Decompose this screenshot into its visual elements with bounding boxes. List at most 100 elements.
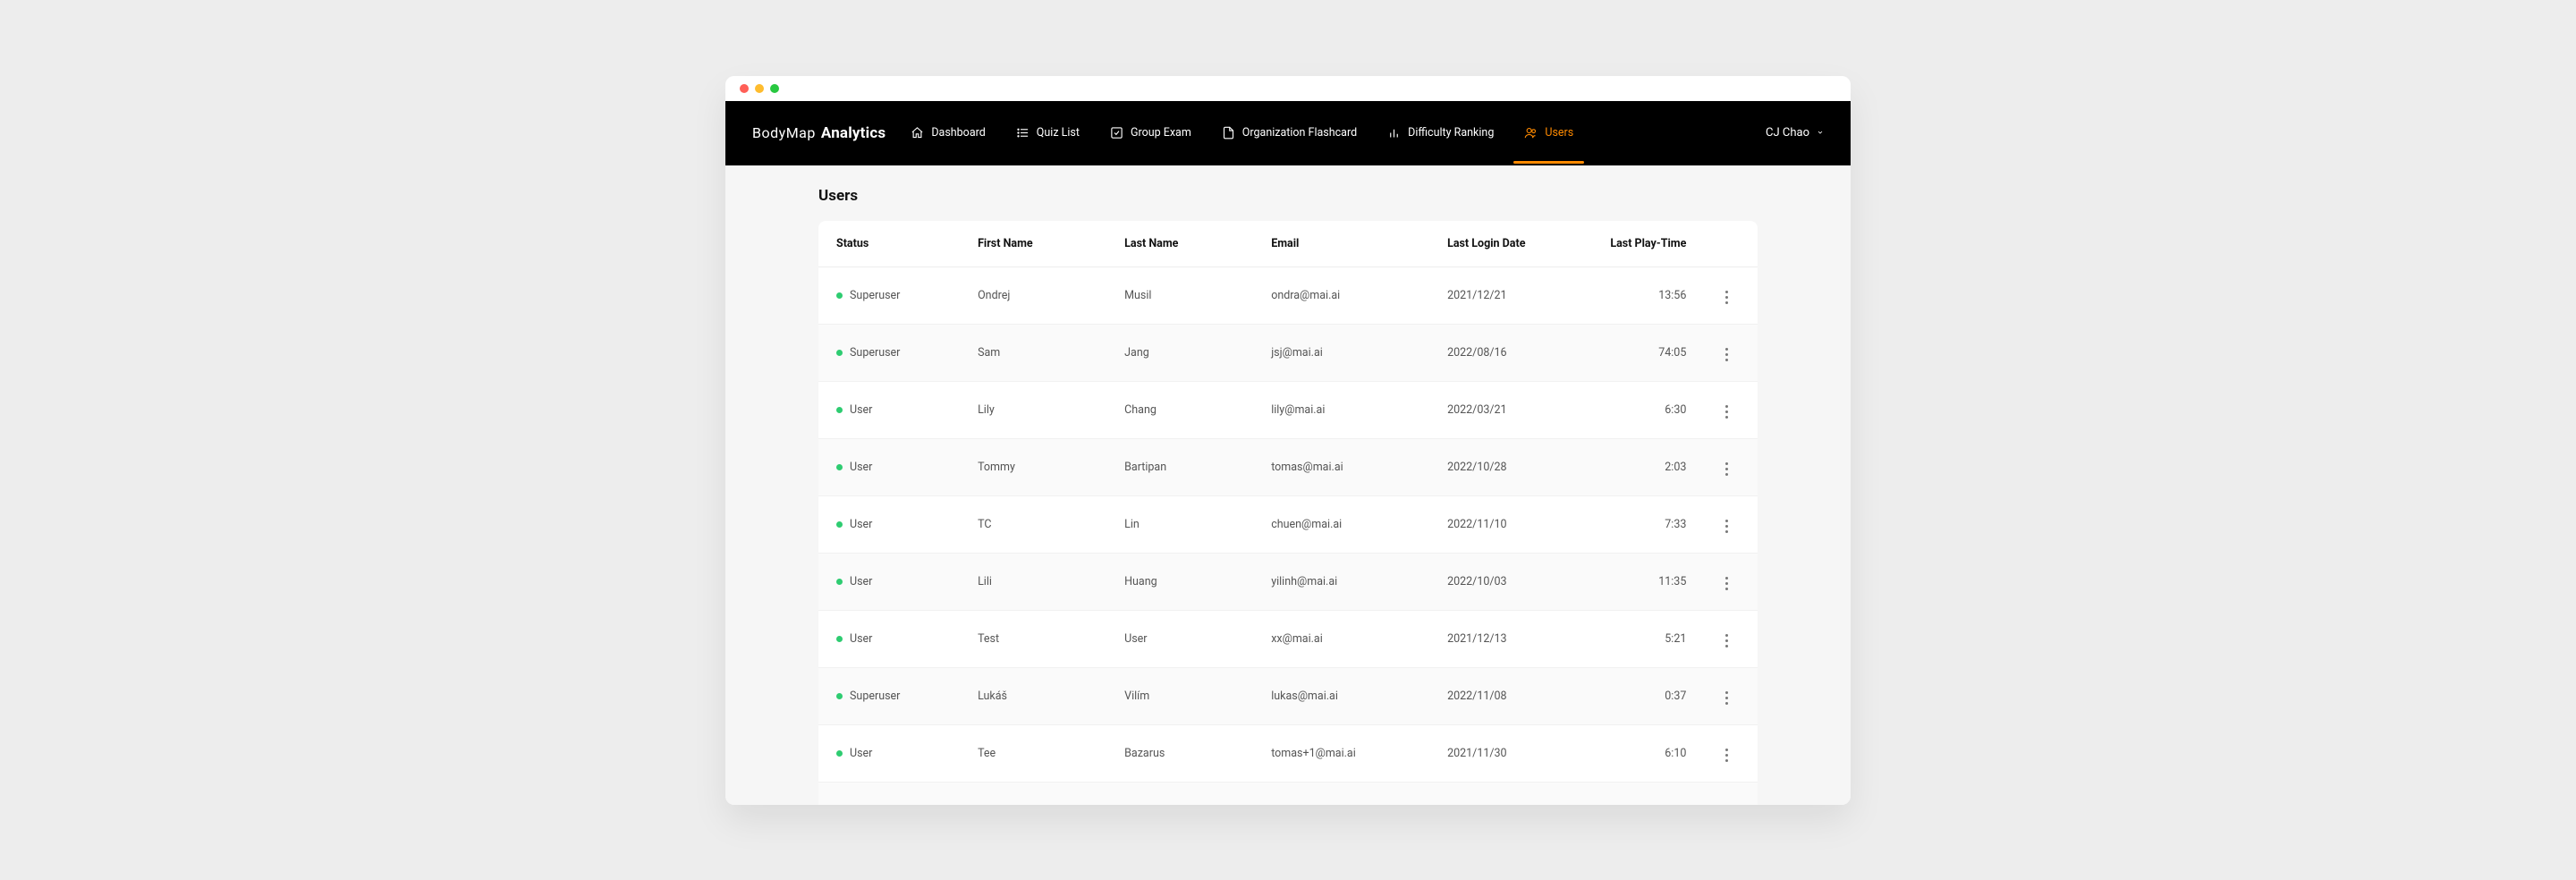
cell-play-time: 11:35 xyxy=(1581,553,1699,610)
cell-status: Superuser xyxy=(818,267,965,324)
cell-actions xyxy=(1699,610,1758,667)
table-row: UserLiliHuangyilinh@mai.ai2022/10/0311:3… xyxy=(818,553,1758,610)
cell-play-time: 0:37 xyxy=(1581,667,1699,724)
nav-label: Organization Flashcard xyxy=(1242,126,1357,140)
content: Users Status First Name Last Name Email … xyxy=(725,165,1851,805)
cell-actions xyxy=(1699,267,1758,324)
cell-status: User xyxy=(818,610,965,667)
status-text: Superuser xyxy=(850,346,900,360)
nav-users[interactable]: Users xyxy=(1510,119,1588,147)
nav-difficulty-ranking[interactable]: Difficulty Ranking xyxy=(1373,119,1508,147)
brand: BodyMap Analytics xyxy=(752,124,886,142)
status-text: Superuser xyxy=(850,804,900,805)
cell-last-name: Jang xyxy=(1112,324,1258,381)
table-row: UserTommyBartipantomas@mai.ai2022/10/282… xyxy=(818,438,1758,495)
col-header-email[interactable]: Email xyxy=(1258,221,1435,267)
cell-play-time: 13:56 xyxy=(1581,267,1699,324)
cell-status: User xyxy=(818,381,965,438)
cell-first-name: Lukáš xyxy=(965,667,1112,724)
users-icon xyxy=(1524,126,1538,140)
nav-label: Users xyxy=(1545,126,1573,140)
cell-actions xyxy=(1699,381,1758,438)
cell-last-login: 2021/11/30 xyxy=(1435,724,1581,782)
status-text: Superuser xyxy=(850,289,900,302)
window-close-icon[interactable] xyxy=(740,84,749,93)
cell-last-name: Bartipan xyxy=(1112,438,1258,495)
row-actions-button[interactable] xyxy=(1722,516,1732,537)
cell-email: xx@mai.ai xyxy=(1258,610,1435,667)
cell-play-time: 6:30 xyxy=(1581,381,1699,438)
status-dot-icon xyxy=(836,636,843,642)
brand-name: BodyMap xyxy=(752,124,816,141)
status-text: Superuser xyxy=(850,690,900,703)
nav-organization-flashcard[interactable]: Organization Flashcard xyxy=(1208,119,1371,147)
cell-last-login: 2022/08/16 xyxy=(1435,324,1581,381)
cell-status: User xyxy=(818,438,965,495)
status-text: User xyxy=(850,461,872,474)
status-dot-icon xyxy=(836,693,843,699)
cell-play-time: 5:41 xyxy=(1581,782,1699,805)
cell-first-name: Mariya xyxy=(965,782,1112,805)
row-actions-button[interactable] xyxy=(1722,745,1732,766)
cell-play-time: 7:33 xyxy=(1581,495,1699,553)
cell-first-name: Tee xyxy=(965,724,1112,782)
nav-label: Quiz List xyxy=(1037,126,1080,140)
cell-last-name: Chang xyxy=(1112,381,1258,438)
page-title: Users xyxy=(818,187,1758,205)
cell-actions xyxy=(1699,724,1758,782)
file-icon xyxy=(1222,126,1235,140)
col-header-actions xyxy=(1699,221,1758,267)
cell-first-name: Sam xyxy=(965,324,1112,381)
cell-email: yilinh@mai.ai xyxy=(1258,553,1435,610)
window-zoom-icon[interactable] xyxy=(770,84,779,93)
row-actions-button[interactable] xyxy=(1722,802,1732,805)
col-header-first-name[interactable]: First Name xyxy=(965,221,1112,267)
table-row: UserTestUserxx@mai.ai2021/12/135:21 xyxy=(818,610,1758,667)
col-header-status[interactable]: Status xyxy=(818,221,965,267)
window-titlebar xyxy=(725,76,1851,101)
cell-last-name: Bazarus xyxy=(1112,724,1258,782)
row-actions-button[interactable] xyxy=(1722,402,1732,422)
cell-email: tomas+1@mai.ai xyxy=(1258,724,1435,782)
cell-actions xyxy=(1699,495,1758,553)
row-actions-button[interactable] xyxy=(1722,459,1732,479)
row-actions-button[interactable] xyxy=(1722,344,1732,365)
more-vertical-icon xyxy=(1725,405,1728,408)
col-header-last-login[interactable]: Last Login Date xyxy=(1435,221,1581,267)
home-icon xyxy=(911,126,924,140)
row-actions-button[interactable] xyxy=(1722,287,1732,308)
window-minimize-icon[interactable] xyxy=(755,84,764,93)
more-vertical-icon xyxy=(1725,291,1728,293)
cell-first-name: Ondrej xyxy=(965,267,1112,324)
nav-quiz-list[interactable]: Quiz List xyxy=(1002,119,1094,147)
cell-last-login: 2022/01/10 xyxy=(1435,782,1581,805)
nav-group-exam[interactable]: Group Exam xyxy=(1096,119,1206,147)
col-header-play-time[interactable]: Last Play-Time xyxy=(1581,221,1699,267)
cell-status: User xyxy=(818,495,965,553)
table-row: SuperuserLukášVilímlukas@mai.ai2022/11/0… xyxy=(818,667,1758,724)
cell-actions xyxy=(1699,667,1758,724)
table-header-row: Status First Name Last Name Email Last L… xyxy=(818,221,1758,267)
cell-last-login: 2022/10/28 xyxy=(1435,438,1581,495)
brand-product: Analytics xyxy=(821,124,886,142)
status-dot-icon xyxy=(836,292,843,299)
cell-last-name: Lin xyxy=(1112,495,1258,553)
cell-first-name: Tommy xyxy=(965,438,1112,495)
row-actions-button[interactable] xyxy=(1722,573,1732,594)
table-row: UserTCLinchuen@mai.ai2022/11/107:33 xyxy=(818,495,1758,553)
cell-first-name: Lili xyxy=(965,553,1112,610)
cell-first-name: Test xyxy=(965,610,1112,667)
cell-email: chuen@mai.ai xyxy=(1258,495,1435,553)
row-actions-button[interactable] xyxy=(1722,630,1732,651)
col-header-last-name[interactable]: Last Name xyxy=(1112,221,1258,267)
row-actions-button[interactable] xyxy=(1722,688,1732,708)
nav-dashboard[interactable]: Dashboard xyxy=(896,119,999,147)
status-text: User xyxy=(850,403,872,417)
user-menu[interactable]: CJ Chao xyxy=(1766,126,1824,140)
nav-items: Dashboard Quiz List Group Exam Organizat… xyxy=(896,119,1766,147)
cell-last-name: Vilím xyxy=(1112,667,1258,724)
status-text: User xyxy=(850,747,872,760)
cell-email: lukas@mai.ai xyxy=(1258,667,1435,724)
cell-play-time: 6:10 xyxy=(1581,724,1699,782)
cell-last-login: 2022/03/21 xyxy=(1435,381,1581,438)
